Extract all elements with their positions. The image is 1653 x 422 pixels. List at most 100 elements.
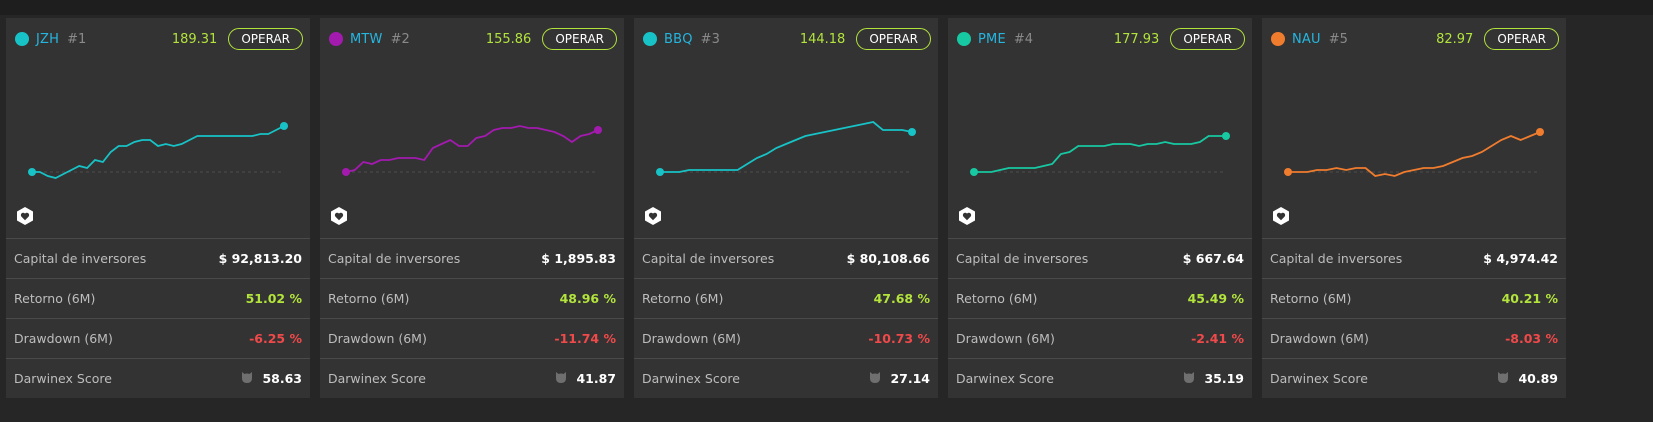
stat-value: 58.63 bbox=[262, 371, 302, 386]
operar-button[interactable]: OPERAR bbox=[228, 28, 303, 50]
stat-value: -6.25 % bbox=[249, 331, 302, 346]
sparkline-end-point bbox=[594, 126, 602, 134]
operar-button[interactable]: OPERAR bbox=[1170, 28, 1245, 50]
stat-value: 40.89 bbox=[1518, 371, 1558, 386]
sparkline-chart bbox=[656, 121, 916, 176]
stat-value: $ 92,813.20 bbox=[218, 251, 302, 266]
stat-row: Drawdown (6M) -10.73 % bbox=[634, 319, 938, 359]
sparkline-start-point bbox=[28, 168, 36, 176]
stat-row: Darwinex Score 58.63 bbox=[6, 359, 310, 398]
darwinex-owl-icon bbox=[554, 370, 568, 387]
status-dot-icon bbox=[643, 32, 657, 46]
sparkline-path bbox=[345, 125, 599, 173]
stat-label: Capital de inversores bbox=[1270, 251, 1403, 266]
darwin-symbol-link[interactable]: BBQ bbox=[664, 32, 693, 47]
top-bar bbox=[0, 0, 1653, 15]
sparkline-start-point bbox=[970, 168, 978, 176]
stat-value: 40.21 % bbox=[1501, 291, 1558, 306]
darwin-card[interactable]: JZH #1 189.31 OPERAR Capital de inversor… bbox=[6, 18, 310, 398]
stat-label: Capital de inversores bbox=[956, 251, 1089, 266]
darwin-cards: JZH #1 189.31 OPERAR Capital de inversor… bbox=[6, 18, 1566, 398]
darwin-symbol-link[interactable]: MTW bbox=[350, 32, 383, 47]
stat-label: Retorno (6M) bbox=[642, 291, 724, 306]
favorite-heart-icon[interactable] bbox=[644, 206, 662, 230]
card-header: NAU #5 82.97 OPERAR bbox=[1262, 18, 1566, 239]
status-dot-icon bbox=[1271, 32, 1285, 46]
favorite-heart-icon[interactable] bbox=[330, 206, 348, 230]
stat-label: Darwinex Score bbox=[1270, 371, 1368, 386]
stat-value: 48.96 % bbox=[559, 291, 616, 306]
status-dot-icon bbox=[957, 32, 971, 46]
favorite-heart-icon[interactable] bbox=[16, 206, 34, 230]
stat-row: Darwinex Score 35.19 bbox=[948, 359, 1252, 398]
status-dot-icon bbox=[15, 32, 29, 46]
sparkline-end-point bbox=[1222, 132, 1230, 140]
darwinex-owl-icon bbox=[1496, 370, 1510, 387]
stat-row: Darwinex Score 40.89 bbox=[1262, 359, 1566, 398]
stat-row: Retorno (6M) 40.21 % bbox=[1262, 279, 1566, 319]
darwinex-owl-icon bbox=[868, 370, 882, 387]
darwin-card[interactable]: PME #4 177.93 OPERAR Capital de inversor… bbox=[948, 18, 1252, 398]
sparkline-path bbox=[32, 125, 285, 179]
darwin-symbol-link[interactable]: PME bbox=[978, 32, 1006, 47]
darwin-rank: #2 bbox=[390, 31, 410, 47]
stat-label: Darwinex Score bbox=[328, 371, 426, 386]
card-header: JZH #1 189.31 OPERAR bbox=[6, 18, 310, 239]
stat-label: Drawdown (6M) bbox=[642, 331, 741, 346]
darwin-price: 144.18 bbox=[799, 31, 846, 47]
sparkline-end-point bbox=[280, 122, 288, 130]
stat-row: Capital de inversores $ 4,974.42 bbox=[1262, 239, 1566, 279]
stat-value: 47.68 % bbox=[873, 291, 930, 306]
card-header: PME #4 177.93 OPERAR bbox=[948, 18, 1252, 239]
stat-label: Retorno (6M) bbox=[14, 291, 96, 306]
stats-list: Capital de inversores $ 92,813.20 Retorno … bbox=[6, 239, 310, 398]
status-dot-icon bbox=[329, 32, 343, 46]
stat-label: Drawdown (6M) bbox=[14, 331, 113, 346]
stat-label: Retorno (6M) bbox=[1270, 291, 1352, 306]
darwinex-owl-icon bbox=[240, 370, 254, 387]
darwin-symbol-link[interactable]: JZH bbox=[36, 32, 59, 47]
stat-row: Drawdown (6M) -8.03 % bbox=[1262, 319, 1566, 359]
operar-button[interactable]: OPERAR bbox=[856, 28, 931, 50]
card-header: MTW #2 155.86 OPERAR bbox=[320, 18, 624, 239]
favorite-heart-icon[interactable] bbox=[1272, 206, 1290, 230]
stat-label: Capital de inversores bbox=[642, 251, 775, 266]
sparkline-path bbox=[660, 121, 913, 173]
stats-list: Capital de inversores $ 1,895.83 Retorno (… bbox=[320, 239, 624, 398]
sparkline-chart bbox=[970, 132, 1230, 176]
stat-value: 27.14 bbox=[890, 371, 930, 386]
darwin-card[interactable]: BBQ #3 144.18 OPERAR Capital de inversor… bbox=[634, 18, 938, 398]
stat-value: -10.73 % bbox=[868, 331, 930, 346]
stat-value: -2.41 % bbox=[1191, 331, 1244, 346]
favorite-heart-icon[interactable] bbox=[958, 206, 976, 230]
stat-row: Capital de inversores $ 80,108.66 bbox=[634, 239, 938, 279]
stat-label: Darwinex Score bbox=[14, 371, 112, 386]
darwin-card[interactable]: MTW #2 155.86 OPERAR Capital de inversor… bbox=[320, 18, 624, 398]
darwin-card[interactable]: NAU #5 82.97 OPERAR Capital de inversore… bbox=[1262, 18, 1566, 398]
sparkline-start-point bbox=[656, 168, 664, 176]
stat-row: Retorno (6M) 45.49 % bbox=[948, 279, 1252, 319]
stats-list: Capital de inversores $ 4,974.42 Retorno (… bbox=[1262, 239, 1566, 398]
stat-row: Retorno (6M) 47.68 % bbox=[634, 279, 938, 319]
sparkline-chart bbox=[342, 125, 602, 176]
sparkline-chart bbox=[28, 122, 288, 179]
stat-value: 41.87 bbox=[576, 371, 616, 386]
stat-row: Drawdown (6M) -11.74 % bbox=[320, 319, 624, 359]
stat-value: -11.74 % bbox=[554, 331, 616, 346]
sparkline-start-point bbox=[342, 168, 350, 176]
stat-row: Drawdown (6M) -6.25 % bbox=[6, 319, 310, 359]
stat-value: -8.03 % bbox=[1505, 331, 1558, 346]
sparkline-chart bbox=[1284, 128, 1544, 177]
card-title-row: MTW #2 155.86 OPERAR bbox=[329, 27, 617, 51]
darwin-symbol-link[interactable]: NAU bbox=[1292, 32, 1321, 47]
sparkline-path bbox=[974, 135, 1226, 173]
stat-label: Retorno (6M) bbox=[328, 291, 410, 306]
operar-button[interactable]: OPERAR bbox=[542, 28, 617, 50]
card-title-row: JZH #1 189.31 OPERAR bbox=[15, 27, 303, 51]
darwinex-owl-icon bbox=[1182, 370, 1196, 387]
operar-button[interactable]: OPERAR bbox=[1484, 28, 1559, 50]
stat-value: 35.19 bbox=[1204, 371, 1244, 386]
darwin-rank: #1 bbox=[67, 31, 87, 47]
darwin-price: 177.93 bbox=[1113, 31, 1160, 47]
darwin-price: 82.97 bbox=[1436, 31, 1474, 47]
